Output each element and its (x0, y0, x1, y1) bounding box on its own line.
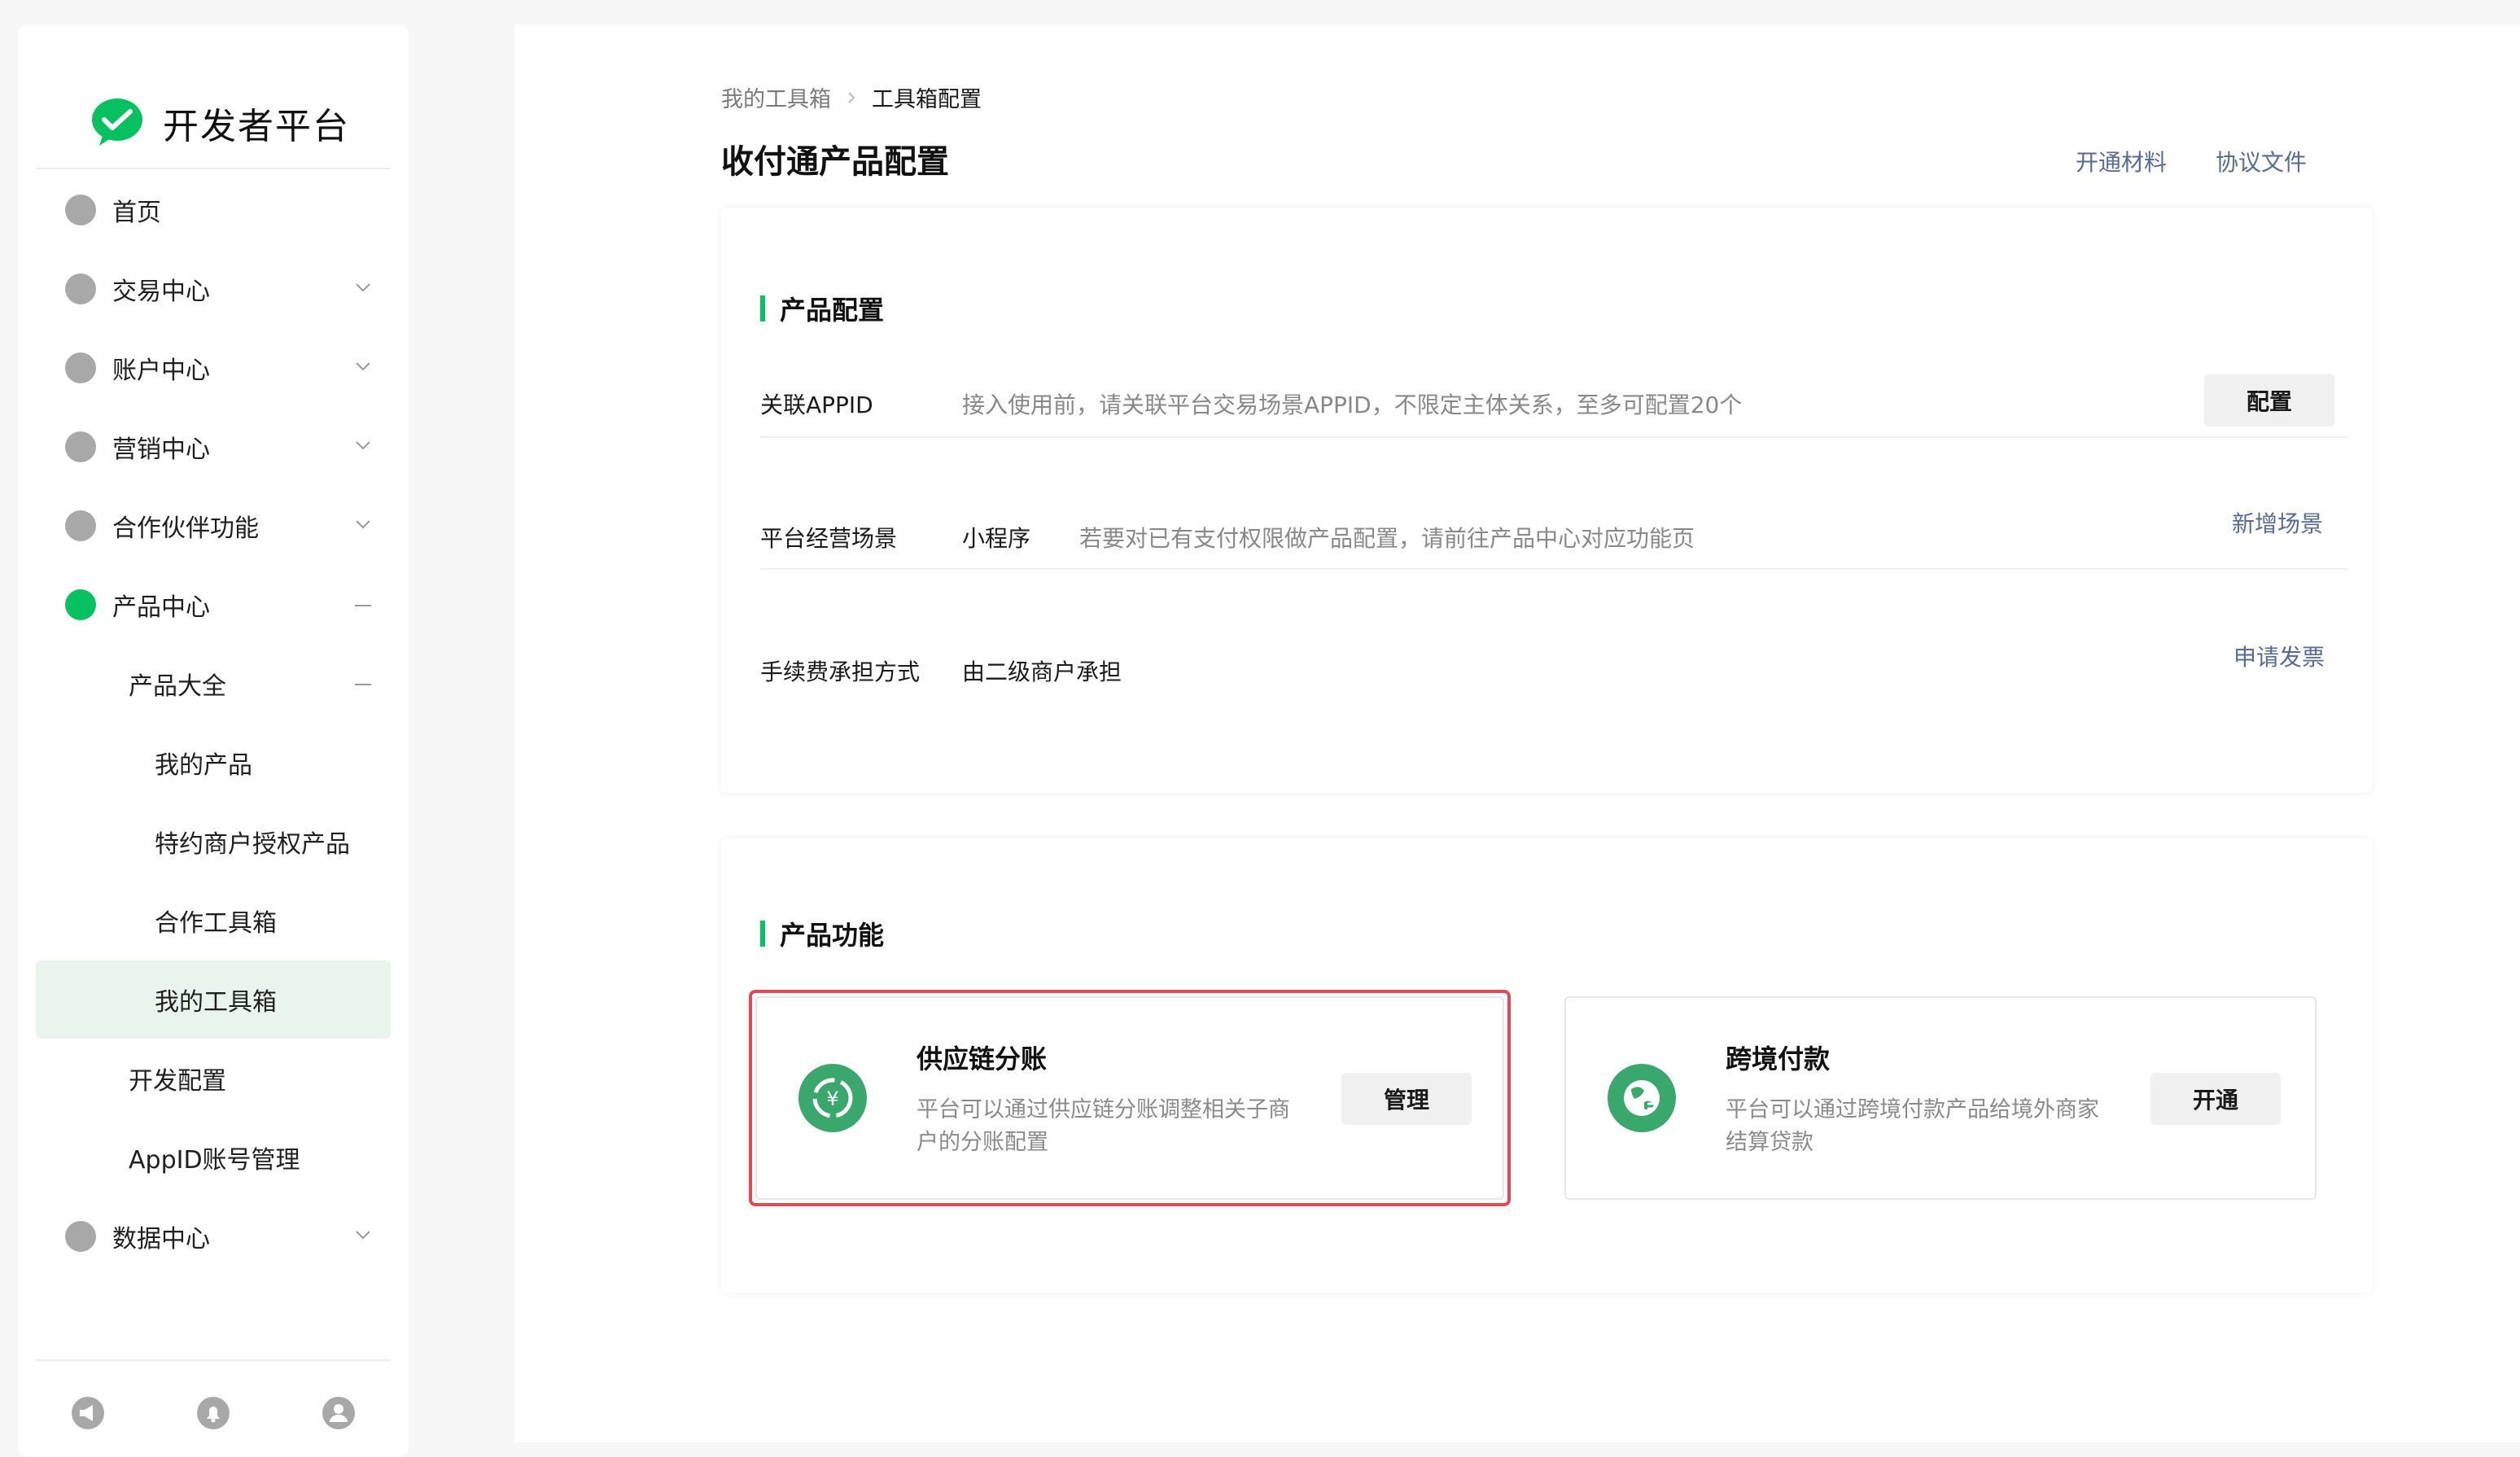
card-title: 供应链分账 (917, 1044, 1048, 1074)
chevron-down-icon (356, 283, 370, 292)
sidebar-divider (36, 168, 391, 169)
menu-dot-icon (65, 352, 96, 383)
sidebar-item-product-center[interactable]: 产品中心 (36, 566, 391, 644)
row-label: 手续费承担方式 (760, 658, 921, 685)
sidebar-item-my-products[interactable]: 我的产品 (36, 724, 391, 802)
cross-border-payment-card[interactable]: 跨境付款 平台可以通过跨境付款产品给境外商家结算贷款 开通 (1564, 996, 2317, 1200)
breadcrumb-parent[interactable]: 我的工具箱 (721, 81, 831, 113)
brand-name: 开发者平台 (163, 106, 350, 147)
sidebar-item-label: 营销中心 (112, 435, 210, 464)
add-scenario-link[interactable]: 新增场景 (2232, 506, 2323, 539)
config-row-scenario: 平台经营场景 小程序 若要对已有支付权限做产品配置，请前往产品中心对应功能页 新… (760, 438, 2347, 570)
chevron-down-icon (356, 520, 370, 529)
breadcrumb: 我的工具箱 工具箱配置 (721, 81, 982, 113)
row-value: 由二级商户承担 (962, 658, 1122, 685)
config-row-appid: 关联APPID 接入使用前，请关联平台交易场景APPID，不限定主体关系，至多可… (760, 306, 2347, 438)
row-label: 关联APPID (760, 392, 873, 418)
menu-dot-icon (65, 1221, 96, 1252)
sidebar-item-label: 产品中心 (112, 593, 210, 622)
page-title: 收付通产品配置 (721, 143, 949, 181)
sidebar-item-label: 交易中心 (112, 278, 210, 306)
user-icon[interactable] (321, 1395, 357, 1431)
activate-button[interactable]: 开通 (2150, 1073, 2281, 1125)
sidebar-item-label: 我的产品 (155, 751, 252, 780)
row-label: 平台经营场景 (760, 525, 898, 552)
supply-chain-split-card[interactable]: ¥ 供应链分账 平台可以通过供应链分账调整相关子商户的分账配置 管理 (755, 996, 1504, 1200)
sidebar-item-label: 合作伙伴功能 (112, 514, 259, 543)
svg-text:¥: ¥ (826, 1087, 838, 1110)
sidebar-item-data-center[interactable]: 数据中心 (36, 1197, 391, 1275)
chevron-right-icon (848, 91, 855, 103)
sidebar-item-label: 特约商户授权产品 (155, 830, 350, 859)
supply-chain-split-icon: ¥ (798, 1064, 867, 1132)
card-description: 平台可以通过供应链分账调整相关子商户的分账配置 (917, 1097, 1290, 1155)
row-hint: 若要对已有支付权限做产品配置，请前往产品中心对应功能页 (1079, 525, 1695, 552)
announcement-icon[interactable] (70, 1395, 106, 1431)
sidebar-item-partner-functions[interactable]: 合作伙伴功能 (36, 487, 391, 565)
sidebar-item-appid-management[interactable]: AppID账号管理 (36, 1118, 391, 1197)
breadcrumb-current: 工具箱配置 (872, 87, 982, 112)
chevron-down-icon (356, 441, 370, 450)
agreement-documents-link[interactable]: 协议文件 (2216, 145, 2307, 177)
sidebar-item-marketing-center[interactable]: 营销中心 (36, 408, 391, 486)
menu-dot-icon (65, 195, 96, 225)
sidebar-item-label: 开发配置 (129, 1067, 226, 1096)
config-row-fee: 手续费承担方式 由二级商户承担 申请发票 (760, 571, 2347, 702)
cross-border-globe-icon (1608, 1064, 1676, 1132)
apply-invoice-link[interactable]: 申请发票 (2233, 640, 2325, 672)
sidebar-item-my-toolbox[interactable]: 我的工具箱 (36, 960, 391, 1039)
sidebar-item-dev-config[interactable]: 开发配置 (36, 1039, 391, 1118)
menu-dot-icon (65, 273, 96, 304)
section-accent-bar (760, 921, 765, 947)
bell-icon[interactable] (195, 1395, 231, 1431)
card-title: 跨境付款 (1726, 1044, 1831, 1074)
sidebar-item-label: 产品大全 (129, 672, 226, 701)
sidebar-item-label: 账户中心 (112, 357, 210, 385)
card-description: 平台可以通过跨境付款产品给境外商家结算贷款 (1726, 1097, 2099, 1155)
collapse-icon (355, 605, 371, 606)
sidebar-item-label: 首页 (112, 199, 161, 227)
sidebar-item-special-merchant-auth[interactable]: 特约商户授权产品 (36, 803, 391, 881)
chevron-down-icon (356, 362, 370, 371)
sidebar-item-label: 合作工具箱 (155, 909, 277, 938)
opening-materials-link[interactable]: 开通材料 (2076, 145, 2167, 177)
manage-button[interactable]: 管理 (1341, 1073, 1472, 1125)
sidebar-item-label: AppID账号管理 (129, 1146, 300, 1175)
product-config-card: 产品配置 关联APPID 接入使用前，请关联平台交易场景APPID，不限定主体关… (721, 208, 2372, 793)
sidebar-item-account-center[interactable]: 账户中心 (36, 329, 391, 407)
sidebar: 开发者平台 首页 交易中心 账户中心 营销中心 合作伙伴功能 产品中心 产品大全… (18, 24, 409, 1457)
brand[interactable]: 开发者平台 (90, 86, 350, 160)
menu-dot-icon (65, 510, 96, 541)
product-functions-card: 产品功能 ¥ 供应链分账 平台可以通过供应链分账调整相关子商户的分账配置 管理 … (721, 838, 2372, 1293)
sidebar-item-label: 数据中心 (112, 1225, 210, 1254)
menu-dot-active-icon (65, 589, 96, 620)
section-title: 产品功能 (780, 920, 885, 951)
row-hint: 接入使用前，请关联平台交易场景APPID，不限定主体关系，至多可配置20个 (962, 392, 1743, 418)
sidebar-item-label: 我的工具箱 (155, 988, 277, 1017)
row-value: 小程序 (962, 525, 1031, 552)
sidebar-bottom-divider (36, 1359, 391, 1361)
sidebar-item-trade-center[interactable]: 交易中心 (36, 250, 391, 328)
chevron-down-icon (356, 1231, 370, 1240)
configure-button[interactable]: 配置 (2204, 374, 2334, 427)
sidebar-item-home[interactable]: 首页 (36, 171, 391, 249)
main-content: 我的工具箱 工具箱配置 收付通产品配置 开通材料 协议文件 产品配置 关联APP… (514, 24, 2520, 1442)
wechat-pay-logo-icon (92, 98, 142, 146)
section-header: 产品功能 (760, 915, 884, 952)
sidebar-item-product-catalog[interactable]: 产品大全 (36, 645, 391, 723)
page-links: 开通材料 协议文件 (2076, 145, 2307, 177)
collapse-icon (355, 684, 371, 685)
menu-dot-icon (65, 431, 96, 462)
sidebar-item-partner-toolbox[interactable]: 合作工具箱 (36, 882, 391, 960)
